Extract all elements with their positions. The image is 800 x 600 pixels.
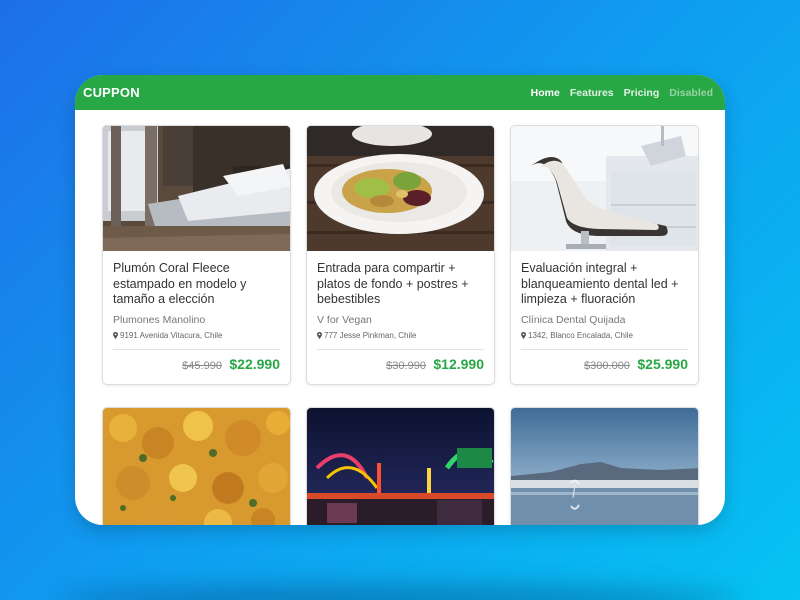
deal-card[interactable] bbox=[510, 407, 699, 525]
location-pin-icon bbox=[521, 331, 526, 339]
salt-lake-flamingo-photo bbox=[511, 408, 698, 525]
deal-prices: $300.000 $25.990 bbox=[521, 350, 688, 384]
carnival-night-photo bbox=[307, 408, 494, 525]
brand-logo[interactable]: CUPPON bbox=[83, 85, 140, 100]
deal-card[interactable] bbox=[306, 407, 495, 525]
deal-address-text: 777 Jesse Pinkman, Chile bbox=[324, 330, 417, 340]
curry-food-photo bbox=[103, 408, 290, 525]
dental-chair-photo bbox=[511, 126, 698, 251]
deal-address-text: 1342, Blanco Encalada, Chile bbox=[528, 330, 633, 340]
salad-bowl-photo bbox=[307, 126, 494, 251]
deal-old-price: $30.990 bbox=[386, 359, 426, 372]
deal-address-text: 9191 Avenida Vitacura, Chile bbox=[120, 330, 223, 340]
deal-address: 777 Jesse Pinkman, Chile bbox=[317, 331, 484, 340]
nav-links: Home Features Pricing Disabled bbox=[531, 87, 713, 99]
location-pin-icon bbox=[113, 331, 118, 339]
deal-new-price: $22.990 bbox=[229, 355, 280, 372]
navbar: CUPPON Home Features Pricing Disabled bbox=[75, 75, 725, 110]
deal-merchant: V for Vegan bbox=[317, 313, 372, 326]
deal-old-price: $45.990 bbox=[182, 359, 222, 372]
browser-window: CUPPON Home Features Pricing Disabled Pl… bbox=[75, 75, 725, 525]
deal-address: 1342, Blanco Encalada, Chile bbox=[521, 331, 688, 340]
nav-link-home[interactable]: Home bbox=[531, 87, 560, 99]
deal-card[interactable]: Plumón Coral Fleece estampado en modelo … bbox=[102, 125, 291, 385]
nav-link-pricing[interactable]: Pricing bbox=[624, 87, 660, 99]
deal-address: 9191 Avenida Vitacura, Chile bbox=[113, 331, 280, 340]
deal-prices: $45.990 $22.990 bbox=[113, 350, 280, 384]
deal-prices: $30.990 $12.990 bbox=[317, 350, 484, 384]
nav-link-disabled: Disabled bbox=[669, 86, 713, 99]
nav-link-features[interactable]: Features bbox=[570, 87, 614, 99]
window-shadow bbox=[60, 585, 740, 600]
deal-card[interactable] bbox=[102, 407, 291, 525]
deal-card[interactable]: Entrada para compartir + platos de fondo… bbox=[306, 125, 495, 385]
deal-card[interactable]: Evaluación integral + blanqueamiento den… bbox=[510, 125, 699, 385]
location-pin-icon bbox=[317, 331, 322, 339]
deal-new-price: $12.990 bbox=[433, 355, 484, 372]
deal-old-price: $300.000 bbox=[584, 359, 630, 372]
deal-new-price: $25.990 bbox=[637, 355, 688, 372]
bedroom-photo bbox=[103, 126, 290, 251]
deal-title[interactable]: Evaluación integral + blanqueamiento den… bbox=[521, 261, 688, 308]
deal-merchant: Clínica Dental Quijada bbox=[521, 313, 626, 326]
deal-merchant: Plumones Manolino bbox=[113, 313, 206, 326]
deal-title[interactable]: Plumón Coral Fleece estampado en modelo … bbox=[113, 261, 280, 308]
deal-title[interactable]: Entrada para compartir + platos de fondo… bbox=[317, 261, 484, 308]
